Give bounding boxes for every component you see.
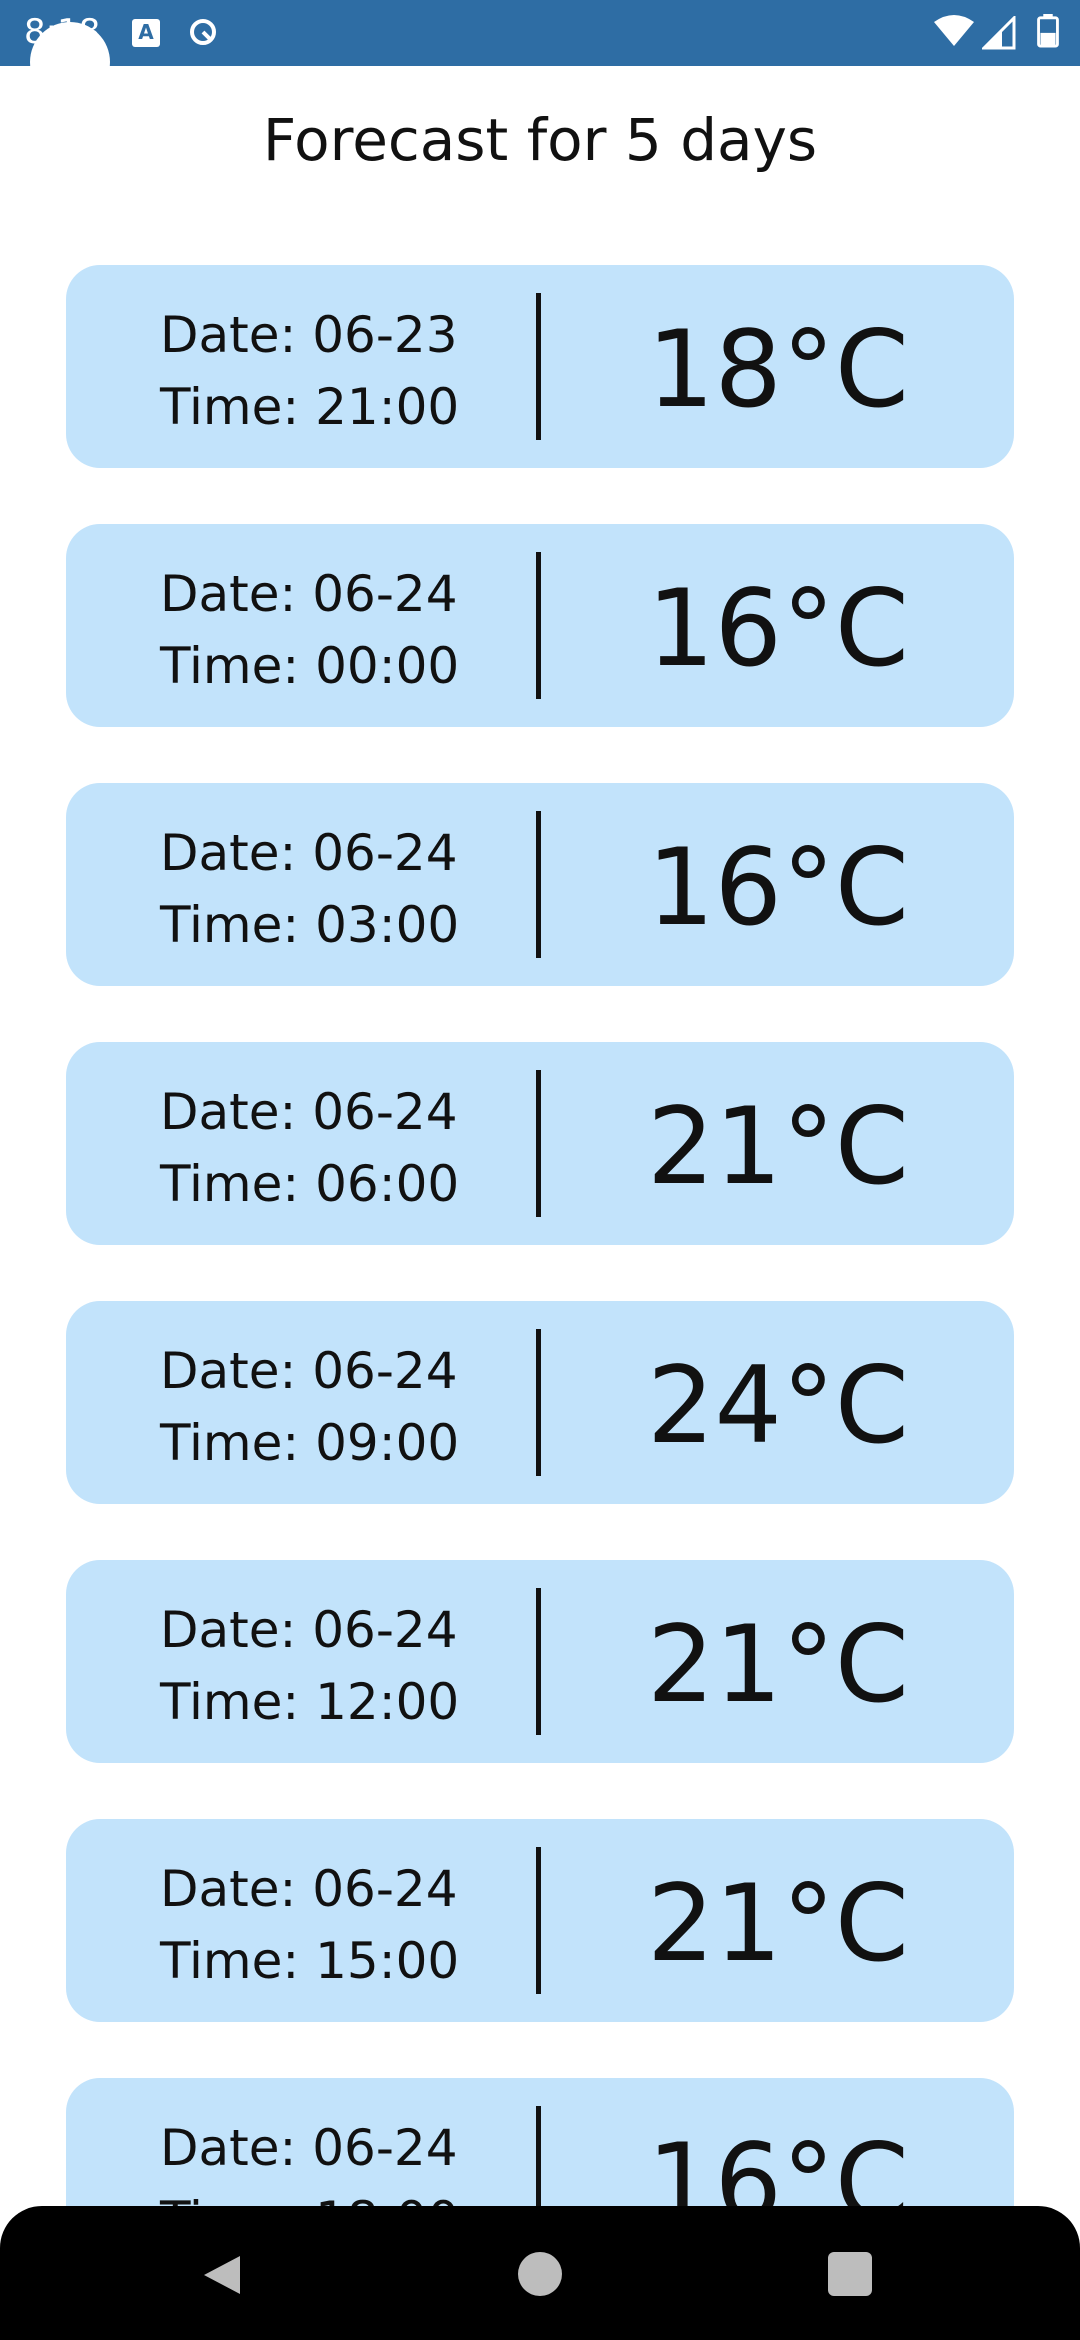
card-datetime: Date: 06-24 Time: 09:00 — [160, 1335, 540, 1479]
card-divider — [536, 1847, 541, 1994]
forecast-time: Time: 03:00 — [160, 896, 460, 954]
forecast-temperature: 24°C — [647, 1344, 909, 1467]
signal-icon — [982, 16, 1016, 50]
card-divider — [536, 1070, 541, 1217]
card-datetime: Date: 06-24 Time: 00:00 — [160, 558, 540, 702]
home-icon[interactable] — [518, 2252, 562, 2296]
forecast-date: Date: 06-24 — [160, 565, 458, 623]
forecast-temperature: 21°C — [647, 1085, 909, 1208]
forecast-date: Date: 06-24 — [160, 824, 458, 882]
forecast-date: Date: 06-24 — [160, 2119, 458, 2177]
forecast-card[interactable]: Date: 06-24 Time: 00:00 16°C — [66, 524, 1014, 727]
ring-notification-icon — [190, 19, 216, 45]
forecast-date: Date: 06-23 — [160, 306, 458, 364]
forecast-date: Date: 06-24 — [160, 1601, 458, 1659]
forecast-time: Time: 12:00 — [160, 1673, 460, 1731]
forecast-screen: 8:18 A Forecast for 5 days Date: 06-23 T… — [0, 0, 1080, 2340]
navigation-bar — [0, 2206, 1080, 2340]
forecast-card[interactable]: Date: 06-24 Time: 03:00 16°C — [66, 783, 1014, 986]
card-datetime: Date: 06-24 Time: 03:00 — [160, 817, 540, 961]
card-divider — [536, 1329, 541, 1476]
back-icon[interactable] — [200, 2252, 246, 2298]
forecast-temperature: 21°C — [647, 1603, 909, 1726]
forecast-temperature: 16°C — [647, 567, 909, 690]
forecast-time: Time: 15:00 — [160, 1932, 460, 1990]
card-divider — [536, 552, 541, 699]
forecast-date: Date: 06-24 — [160, 1860, 458, 1918]
forecast-list[interactable]: Date: 06-23 Time: 21:00 18°C Date: 06-24… — [66, 265, 1014, 2337]
forecast-time: Time: 21:00 — [160, 378, 460, 436]
card-divider — [536, 293, 541, 440]
forecast-time: Time: 09:00 — [160, 1414, 460, 1472]
status-bar: 8:18 A — [0, 0, 1080, 102]
forecast-card[interactable]: Date: 06-24 Time: 06:00 21°C — [66, 1042, 1014, 1245]
card-datetime: Date: 06-24 Time: 06:00 — [160, 1076, 540, 1220]
wifi-icon — [934, 15, 974, 46]
page-title: Forecast for 5 days — [262, 106, 818, 174]
card-datetime: Date: 06-24 Time: 15:00 — [160, 1853, 540, 1997]
forecast-card[interactable]: Date: 06-23 Time: 21:00 18°C — [66, 265, 1014, 468]
battery-icon — [1037, 14, 1059, 48]
forecast-card[interactable]: Date: 06-24 Time: 15:00 21°C — [66, 1819, 1014, 2022]
forecast-temperature: 16°C — [647, 826, 909, 949]
camera-cutout — [30, 22, 110, 102]
card-datetime: Date: 06-23 Time: 21:00 — [160, 299, 540, 443]
recents-icon[interactable] — [828, 2252, 872, 2296]
forecast-time: Time: 06:00 — [160, 1155, 460, 1213]
forecast-date: Date: 06-24 — [160, 1083, 458, 1141]
card-divider — [536, 1588, 541, 1735]
forecast-date: Date: 06-24 — [160, 1342, 458, 1400]
forecast-temperature: 18°C — [647, 308, 909, 431]
forecast-temperature: 21°C — [647, 1862, 909, 1985]
card-divider — [536, 811, 541, 958]
forecast-card[interactable]: Date: 06-24 Time: 12:00 21°C — [66, 1560, 1014, 1763]
card-datetime: Date: 06-24 Time: 12:00 — [160, 1594, 540, 1738]
a-notification-icon: A — [132, 19, 160, 47]
forecast-card[interactable]: Date: 06-24 Time: 09:00 24°C — [66, 1301, 1014, 1504]
forecast-time: Time: 00:00 — [160, 637, 460, 695]
